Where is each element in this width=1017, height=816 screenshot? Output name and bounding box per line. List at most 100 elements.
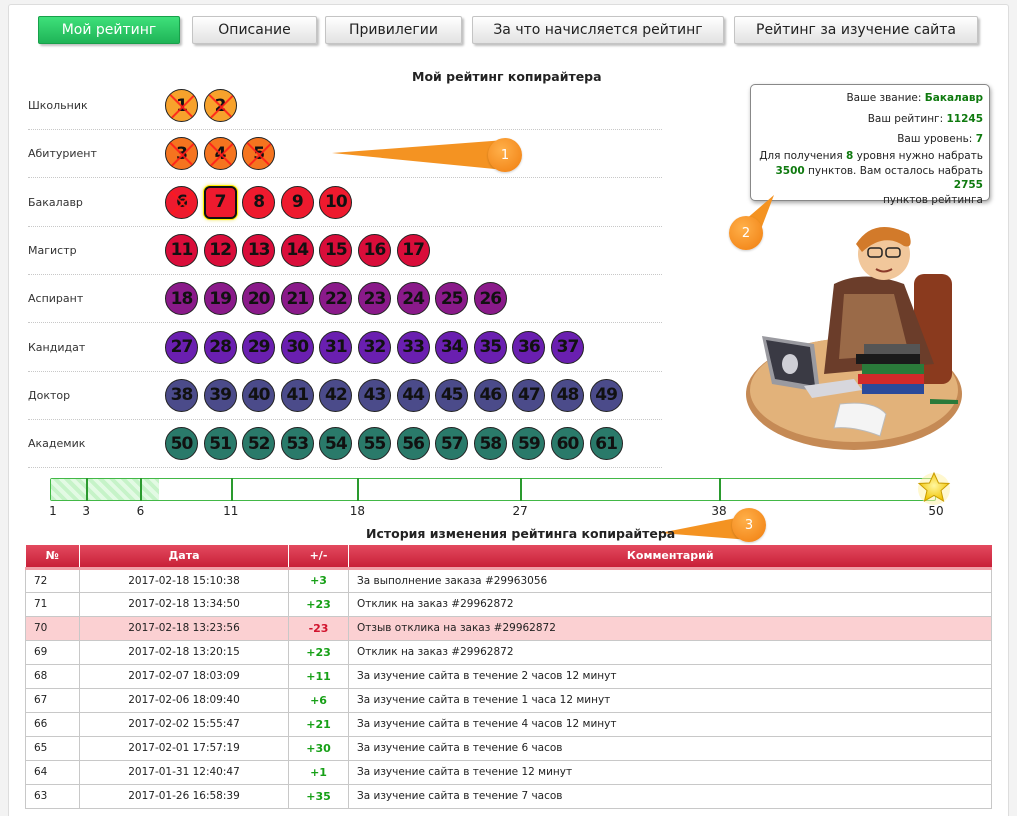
level-badge: 14 bbox=[280, 233, 314, 267]
level-badge: 33 bbox=[396, 330, 430, 364]
row-number: 70 bbox=[25, 616, 80, 641]
rank-line: Ваше звание: Бакалавр bbox=[757, 91, 983, 106]
level-badge: 27 bbox=[165, 330, 198, 364]
level-badge: 3 bbox=[165, 137, 198, 171]
progress-tick-mark bbox=[357, 478, 360, 501]
row-comment: Отклик на заказ #29962872 bbox=[348, 592, 992, 617]
rating-info-box: Ваше звание: Бакалавр Ваш рейтинг: 11245… bbox=[750, 84, 990, 206]
level-badge: 37 bbox=[551, 330, 584, 364]
level-badge: 21 bbox=[280, 282, 314, 316]
tab-privileges[interactable]: Привилегии bbox=[325, 16, 462, 44]
level-badge: 46 bbox=[473, 378, 507, 412]
level-badge: 19 bbox=[203, 282, 237, 316]
level-name: Абитуриент bbox=[28, 147, 97, 161]
level-badge: 30 bbox=[280, 330, 314, 364]
table-row: 63 2017-01-26 16:58:39 +35 За изучение сайт… bbox=[25, 784, 992, 809]
level-badge: 32 bbox=[358, 330, 391, 364]
level-badge: 39 bbox=[203, 378, 237, 412]
row-points: +6 bbox=[288, 688, 349, 713]
callout-marker-1: 1 bbox=[488, 138, 522, 172]
level-badge: 41 bbox=[280, 378, 314, 412]
header-number: № bbox=[25, 545, 80, 570]
row-date: 2017-02-07 18:03:09 bbox=[79, 664, 289, 689]
header-comment: Комментарий bbox=[348, 545, 992, 570]
progress-tick-label: 50 bbox=[928, 504, 944, 518]
level-badge: 24 bbox=[396, 282, 430, 316]
level-badge: 18 bbox=[165, 282, 198, 316]
level-badge: 22 bbox=[319, 282, 353, 316]
row-comment: За выполнение заказа #29963056 bbox=[348, 568, 992, 593]
need-end-text: пунктов рейтинга bbox=[882, 194, 983, 207]
level-row: Аспирант 18 19 20 21 22 23 24 25 26 bbox=[28, 275, 662, 324]
level-badge: 5 bbox=[242, 137, 276, 171]
row-comment: За изучение сайта в течение 7 часов bbox=[348, 784, 992, 809]
level-badge: 40 bbox=[242, 378, 276, 412]
callout-marker-2: 2 bbox=[729, 216, 763, 250]
tab-description[interactable]: Описание bbox=[192, 16, 317, 44]
level-badge: 15 bbox=[319, 233, 353, 267]
row-number: 64 bbox=[25, 760, 80, 785]
table-row: 71 2017-02-18 13:34:50 +23 Отклик на заказ … bbox=[25, 592, 992, 617]
row-points: +23 bbox=[288, 640, 349, 665]
table-row: 65 2017-02-01 17:57:19 +30 За изучение сайт… bbox=[25, 736, 992, 761]
need-points-value: 3500 bbox=[775, 164, 805, 177]
progress-tick-label: 27 bbox=[512, 504, 528, 518]
level-badge: 13 bbox=[242, 233, 276, 267]
table-row: 68 2017-02-07 18:03:09 +11 За изучение сайт… bbox=[25, 664, 992, 689]
level-value: 7 bbox=[975, 133, 983, 146]
level-line: Ваш уровень: 7 bbox=[757, 132, 983, 147]
need-middle-text: пунктов. Вам осталось набрать bbox=[808, 164, 983, 177]
tab-site-study-rating[interactable]: Рейтинг за изучение сайта bbox=[734, 16, 978, 44]
row-number: 65 bbox=[25, 736, 80, 761]
level-badge: 7 bbox=[203, 185, 237, 219]
header-points: +/- bbox=[288, 545, 349, 570]
tab-my-rating[interactable]: Мой рейтинг bbox=[38, 16, 180, 44]
level-badge: 53 bbox=[280, 427, 314, 461]
row-points: +35 bbox=[288, 784, 349, 809]
row-date: 2017-02-06 18:09:40 bbox=[79, 688, 289, 713]
table-row: 70 2017-02-18 13:23:56 -23 Отзыв отклика на… bbox=[25, 616, 992, 641]
level-badge: 47 bbox=[512, 378, 546, 412]
level-badge: 61 bbox=[589, 427, 623, 461]
level-name: Школьник bbox=[28, 99, 88, 112]
progress-tick-label: 6 bbox=[136, 504, 145, 518]
level-row: Бакалавр 6 7 8 9 10 bbox=[28, 179, 662, 227]
row-date: 2017-02-01 17:57:19 bbox=[79, 736, 289, 761]
level-badge: 59 bbox=[512, 427, 546, 461]
history-header-row: № Дата +/- Комментарий bbox=[25, 545, 992, 570]
row-comment: За изучение сайта в течение 6 часов bbox=[348, 736, 992, 761]
history-body: 72 2017-02-18 15:10:38 +3 За выполнение зак… bbox=[25, 568, 992, 809]
level-row: Школьник 1 2 bbox=[28, 82, 662, 130]
level-badge: 54 bbox=[319, 427, 353, 461]
row-comment: За изучение сайта в течение 1 часа 12 ми… bbox=[348, 688, 992, 713]
row-comment: За изучение сайта в течение 2 часов 12 м… bbox=[348, 664, 992, 689]
row-points: +1 bbox=[288, 760, 349, 785]
row-number: 71 bbox=[25, 592, 80, 617]
level-row: Магистр 11 12 13 14 15 16 17 bbox=[28, 227, 662, 275]
level-badge: 23 bbox=[358, 282, 391, 316]
tab-rating-rules[interactable]: За что начисляется рейтинг bbox=[472, 16, 724, 44]
level-badge: 60 bbox=[551, 427, 584, 461]
row-date: 2017-01-26 16:58:39 bbox=[79, 784, 289, 809]
rank-label: Ваше звание: bbox=[846, 92, 922, 104]
level-badge: 55 bbox=[358, 427, 391, 461]
level-badge: 44 bbox=[396, 378, 430, 412]
row-date: 2017-02-02 15:55:47 bbox=[79, 712, 289, 737]
progress-tick-label: 3 bbox=[82, 504, 90, 518]
level-badge: 12 bbox=[203, 233, 237, 267]
next-suffix: уровня нужно набрать bbox=[856, 150, 983, 163]
level-badge: 51 bbox=[203, 427, 237, 461]
level-progress-bar bbox=[50, 478, 936, 501]
row-comment: За изучение сайта в течение 12 минут bbox=[348, 760, 992, 785]
level-badge: 11 bbox=[165, 233, 198, 267]
level-badge: 9 bbox=[280, 185, 314, 219]
level-row: Кандидат 27 28 29 30 31 32 33 34 35 36 37 bbox=[28, 324, 662, 372]
level-badge: 31 bbox=[319, 330, 353, 364]
level-badge: 57 bbox=[435, 427, 469, 461]
progress-tick-mark bbox=[719, 478, 722, 501]
row-number: 63 bbox=[25, 784, 80, 809]
row-number: 69 bbox=[25, 640, 80, 665]
level-progress-fill bbox=[51, 479, 160, 500]
rating-value: 11245 bbox=[946, 112, 983, 125]
level-badge: 2 bbox=[203, 89, 237, 122]
